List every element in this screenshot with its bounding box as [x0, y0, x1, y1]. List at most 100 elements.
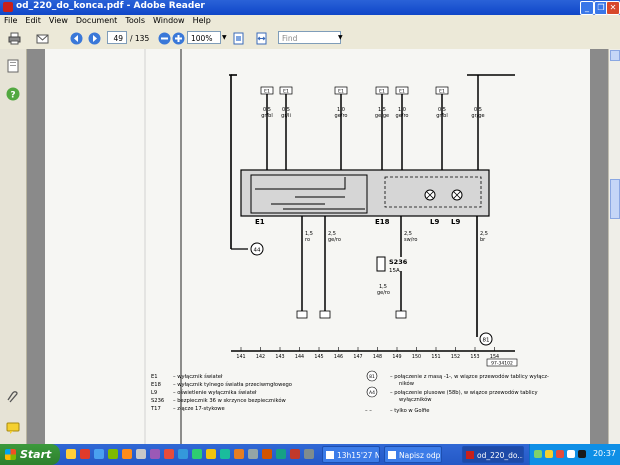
- quicklaunch-app11-icon[interactable]: [262, 449, 272, 459]
- legend-text: – połączenie plusowe (58b), w wiązce prz…: [390, 389, 538, 396]
- wire-color-label: gr/bl: [436, 113, 447, 119]
- ruler-label: 153: [470, 354, 479, 360]
- page-total: / 135: [130, 34, 150, 43]
- menu-window[interactable]: Window: [149, 15, 189, 25]
- legend-text: – złącze 17-stykowe: [173, 406, 225, 412]
- pages-icon[interactable]: [6, 59, 20, 73]
- wire-color-label: ro: [305, 237, 310, 243]
- marker-81-label: 81: [483, 338, 490, 344]
- quicklaunch-app4-icon[interactable]: [164, 449, 174, 459]
- pdf-page: 0,5 gr/bl E1 0,5 gr/li E1 1,0 ge/ro E1 1,5 ge/ge E1…: [45, 49, 590, 444]
- scroll-up-button[interactable]: [610, 50, 620, 61]
- quicklaunch-firefox-icon[interactable]: [122, 449, 132, 459]
- quicklaunch-app13-icon[interactable]: [290, 449, 300, 459]
- fuse-tag-label: E1: [264, 89, 270, 95]
- tray-security-icon[interactable]: [556, 450, 564, 458]
- window-icon: [326, 451, 334, 459]
- quicklaunch-ie-icon[interactable]: [94, 449, 104, 459]
- menu-file[interactable]: File: [0, 15, 21, 25]
- legend-code: L9: [151, 390, 157, 396]
- quicklaunch-app10-icon[interactable]: [248, 449, 258, 459]
- taskbar: Start 13h15'27 N... Napisz odp... od_220…: [0, 444, 620, 465]
- ruler-label: 143: [275, 354, 284, 360]
- fit-width-icon[interactable]: [255, 32, 268, 45]
- wire-color-label: ge/ro: [396, 113, 409, 119]
- taskbar-item-reply[interactable]: Napisz odp...: [384, 446, 442, 463]
- fuse-tag-label: E1: [283, 89, 289, 95]
- quicklaunch-app14-icon[interactable]: [304, 449, 314, 459]
- zoom-level-field[interactable]: 100%: [187, 31, 221, 44]
- label-s236-rating: 15A: [389, 268, 400, 274]
- quicklaunch-app5-icon[interactable]: [178, 449, 188, 459]
- ruler-label: 152: [451, 354, 460, 360]
- taskbar-item-chat[interactable]: 13h15'27 N...: [322, 446, 380, 463]
- windows-logo-icon: [5, 449, 16, 460]
- minimize-button[interactable]: _: [580, 1, 594, 15]
- marker-a4-label: 44: [254, 248, 261, 254]
- menu-view[interactable]: View: [45, 15, 72, 25]
- quicklaunch-media-icon[interactable]: [80, 449, 90, 459]
- find-input[interactable]: Find: [278, 31, 341, 44]
- email-icon[interactable]: [36, 32, 49, 45]
- quicklaunch-app9-icon[interactable]: [234, 449, 244, 459]
- quicklaunch-app6-icon[interactable]: [192, 449, 202, 459]
- wire-color-label: gr/bl: [261, 113, 272, 119]
- comments-icon[interactable]: [6, 421, 20, 435]
- quicklaunch-app8-icon[interactable]: [220, 449, 230, 459]
- menu-help[interactable]: Help: [189, 15, 215, 25]
- tray-app-icon[interactable]: [567, 450, 575, 458]
- quicklaunch-app3-icon[interactable]: [150, 449, 160, 459]
- zoom-out-icon[interactable]: [158, 32, 171, 45]
- quicklaunch-app-icon[interactable]: [108, 449, 118, 459]
- wiring-diagram: 0,5gr/blE10,5gr/liE11,0ge/roE11,5ge/geE1…: [144, 49, 549, 444]
- scroll-thumb[interactable]: [610, 179, 620, 219]
- legend-code: E1: [151, 374, 158, 380]
- legend-code: – –: [365, 408, 372, 414]
- window-title: od_220_do_konca.pdf - Adobe Reader: [16, 1, 205, 11]
- menu-tools[interactable]: Tools: [121, 15, 149, 25]
- ruler-label: 144: [295, 354, 304, 360]
- label-e18: E18: [375, 218, 390, 226]
- taskbar-item-label: od_220_do...: [477, 451, 524, 460]
- ruler-label: 141: [236, 354, 245, 360]
- ground-terminal: [296, 310, 308, 319]
- ruler-label: 149: [392, 354, 401, 360]
- window-icon: [388, 451, 396, 459]
- fit-page-icon[interactable]: [232, 32, 245, 45]
- find-dropdown-icon[interactable]: ▼: [338, 34, 343, 48]
- page-number-input[interactable]: 49: [107, 31, 127, 44]
- quicklaunch-app7-icon[interactable]: [206, 449, 216, 459]
- close-button[interactable]: ✕: [606, 1, 620, 15]
- wire-color-label: ge/ro: [328, 237, 341, 243]
- wire-color-label: ge/ro: [335, 113, 348, 119]
- start-button[interactable]: Start: [0, 444, 60, 465]
- document-view[interactable]: 0,5 gr/bl E1 0,5 gr/li E1 1,0 ge/ro E1 1,5 ge/ge E1…: [27, 49, 608, 444]
- legend-text-cont: wyłączników: [399, 396, 432, 403]
- legend-code: 81: [369, 374, 375, 380]
- zoom-in-icon[interactable]: [172, 32, 185, 45]
- label-e1: E1: [255, 218, 265, 226]
- taskbar-item-label: 13h15'27 N...: [337, 451, 380, 460]
- previous-page-icon[interactable]: [70, 32, 83, 45]
- help-icon[interactable]: ?: [6, 87, 20, 101]
- quicklaunch-app2-icon[interactable]: [136, 449, 146, 459]
- tray-network-icon[interactable]: [534, 450, 542, 458]
- ruler-label: 146: [334, 354, 343, 360]
- quicklaunch-app12-icon[interactable]: [276, 449, 286, 459]
- toolbar: 49 / 135 100% ▼ Find ▼: [0, 28, 620, 50]
- tray-volume-icon[interactable]: [545, 450, 553, 458]
- taskbar-item-pdf[interactable]: od_220_do...: [462, 446, 524, 463]
- next-page-icon[interactable]: [88, 32, 101, 45]
- fuse-s236: [376, 256, 386, 272]
- zoom-dropdown-icon[interactable]: ▼: [222, 34, 227, 48]
- legend-code: S236: [151, 398, 164, 404]
- tray-app2-icon[interactable]: [578, 450, 586, 458]
- quicklaunch-folder-icon[interactable]: [66, 449, 76, 459]
- vertical-scrollbar[interactable]: [608, 49, 620, 444]
- attachments-icon[interactable]: [6, 391, 20, 405]
- print-icon[interactable]: [8, 32, 21, 45]
- menu-edit[interactable]: Edit: [21, 15, 45, 25]
- ruler-label: 142: [256, 354, 265, 360]
- menu-document[interactable]: Document: [72, 15, 121, 25]
- navigation-pane: ?: [0, 49, 27, 444]
